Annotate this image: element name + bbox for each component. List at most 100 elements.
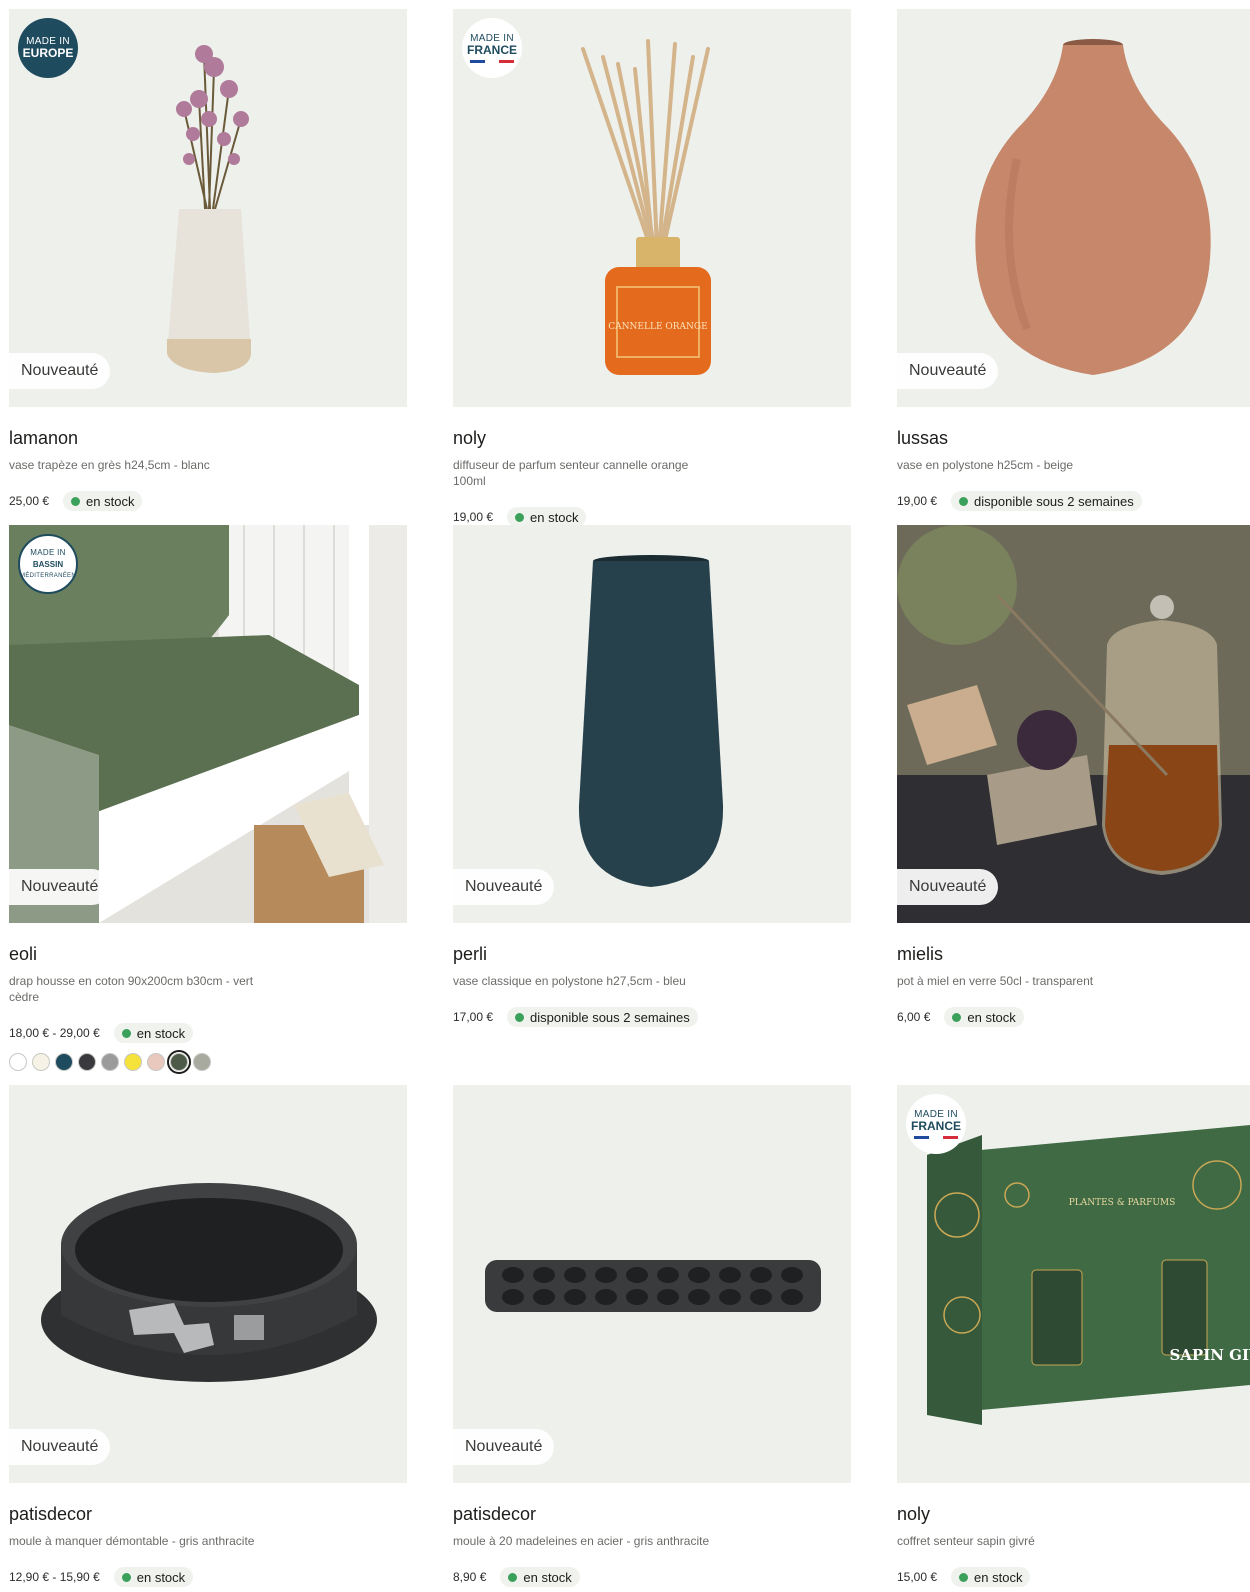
color-swatch[interactable] bbox=[55, 1053, 73, 1071]
madeleine-cavity bbox=[502, 1267, 524, 1283]
color-swatch[interactable] bbox=[32, 1053, 50, 1071]
new-badge: Nouveauté bbox=[9, 1429, 111, 1465]
madeleine-cavity bbox=[657, 1267, 679, 1283]
product-card[interactable]: Nouveauté patisdecor moule à manquer dém… bbox=[9, 1085, 407, 1587]
made-in-france-badge: MADE IN FRANCE bbox=[462, 18, 522, 78]
product-image[interactable]: PLANTES & PARFUMS SAPIN GIVRÉ MADE IN FR… bbox=[897, 1085, 1250, 1483]
product-price: 12,90 € - 15,90 € bbox=[9, 1570, 100, 1584]
stock-dot-icon bbox=[508, 1572, 518, 1582]
madeleine-cavity bbox=[595, 1267, 617, 1283]
stock-label: disponible sous 2 semaines bbox=[974, 493, 1134, 509]
color-swatch[interactable] bbox=[167, 1050, 191, 1074]
made-in-europe-badge: MADE IN EUROPE bbox=[18, 18, 78, 78]
madeleine-cavity bbox=[688, 1289, 710, 1305]
product-card[interactable]: MADE IN BASSIN MÉDITERRANÉEN Nouveauté e… bbox=[9, 525, 407, 1074]
product-name[interactable]: noly bbox=[453, 427, 851, 449]
new-badge: Nouveauté bbox=[453, 869, 555, 905]
stock-dot-icon bbox=[952, 1012, 962, 1022]
madeleine-cavity bbox=[564, 1289, 586, 1305]
diffuser-label-text: CANNELLE ORANGE bbox=[608, 322, 707, 332]
product-card[interactable]: Nouveauté mielis pot à miel en verre 50c… bbox=[897, 525, 1250, 1027]
product-card[interactable]: CANNELLE ORANGE MADE IN FRANCE noly diff… bbox=[453, 9, 851, 527]
stock-dot-icon bbox=[121, 1572, 131, 1582]
stock-label: en stock bbox=[136, 1569, 186, 1585]
made-in-france-badge: MADE IN FRANCE bbox=[906, 1094, 966, 1154]
madeleine-cavity bbox=[595, 1289, 617, 1305]
product-description: pot à miel en verre 50cl - transparent bbox=[897, 974, 1094, 988]
french-flag-icon bbox=[470, 60, 515, 63]
product-price: 19,00 € bbox=[897, 494, 938, 508]
blue-vase-image bbox=[578, 555, 724, 887]
product-name[interactable]: eoli bbox=[9, 943, 407, 965]
color-swatch[interactable] bbox=[124, 1053, 142, 1071]
madeleine-cavity bbox=[533, 1267, 555, 1283]
product-price: 17,00 € bbox=[453, 1010, 494, 1024]
stock-label: en stock bbox=[530, 509, 579, 525]
product-card[interactable]: Nouveauté perli vase classique en polyst… bbox=[453, 525, 851, 1027]
product-description: drap housse en coton 90x200cm b30cm - ve… bbox=[9, 974, 254, 1004]
stock-label: en stock bbox=[86, 493, 135, 509]
honey-pot-image bbox=[897, 525, 1250, 923]
madeleine-cavity bbox=[781, 1267, 803, 1283]
product-name[interactable]: patisdecor bbox=[453, 1503, 851, 1525]
madeleine-cavity bbox=[564, 1267, 586, 1283]
product-image[interactable]: Nouveauté bbox=[897, 9, 1250, 407]
new-badge: Nouveauté bbox=[897, 869, 999, 905]
color-swatch[interactable] bbox=[193, 1053, 211, 1071]
product-card[interactable]: Nouveauté patisdecor moule à 20 madelein… bbox=[453, 1085, 851, 1587]
stock-status: en stock bbox=[944, 1007, 1024, 1027]
product-price: 15,00 € bbox=[897, 1570, 938, 1584]
product-description: moule à manquer démontable - gris anthra… bbox=[9, 1534, 255, 1548]
product-card[interactable]: PLANTES & PARFUMS SAPIN GIVRÉ MADE IN FR… bbox=[897, 1085, 1250, 1587]
product-name[interactable]: perli bbox=[453, 943, 851, 965]
product-price: 8,90 € bbox=[453, 1570, 487, 1584]
product-description: coffret senteur sapin givré bbox=[897, 1534, 1035, 1548]
madeleine-cavity bbox=[719, 1289, 741, 1305]
product-image[interactable]: MADE IN BASSIN MÉDITERRANÉEN Nouveauté bbox=[9, 525, 407, 923]
color-swatch[interactable] bbox=[101, 1053, 119, 1071]
stock-status: en stock bbox=[63, 491, 143, 511]
stock-dot-icon bbox=[959, 1572, 969, 1582]
product-image[interactable]: Nouveauté bbox=[453, 525, 851, 923]
color-swatches bbox=[9, 1050, 407, 1074]
springform-pan-image bbox=[41, 1183, 377, 1382]
madeleine-cavity bbox=[657, 1289, 679, 1305]
product-name[interactable]: noly bbox=[897, 1503, 1250, 1525]
madeleine-cavity bbox=[502, 1289, 524, 1305]
madeleine-cavity bbox=[750, 1289, 772, 1305]
stock-label: en stock bbox=[974, 1569, 1023, 1585]
madeleine-tray-image bbox=[485, 1260, 821, 1312]
product-description: vase trapèze en grès h24,5cm - blanc bbox=[9, 458, 210, 472]
stock-label: en stock bbox=[967, 1009, 1016, 1025]
madeleine-cavity bbox=[688, 1267, 710, 1283]
product-image[interactable]: Nouveauté bbox=[9, 1085, 407, 1483]
color-swatch[interactable] bbox=[78, 1053, 96, 1071]
product-card[interactable]: MADE IN EUROPE Nouveauté lamanon vase tr… bbox=[9, 9, 407, 511]
product-image[interactable]: MADE IN EUROPE Nouveauté bbox=[9, 9, 407, 407]
stock-dot-icon bbox=[121, 1028, 131, 1038]
madeleine-cavity bbox=[533, 1289, 555, 1305]
terracotta-vase-image bbox=[975, 39, 1211, 375]
product-image[interactable]: Nouveauté bbox=[453, 1085, 851, 1483]
color-swatch[interactable] bbox=[147, 1053, 165, 1071]
product-description: vase classique en polystone h27,5cm - bl… bbox=[453, 974, 686, 988]
stock-dot-icon bbox=[959, 496, 969, 506]
madeleine-cavity bbox=[719, 1267, 741, 1283]
product-name[interactable]: lussas bbox=[897, 427, 1250, 449]
stock-status: en stock bbox=[113, 1023, 194, 1043]
stock-status: en stock bbox=[507, 507, 587, 527]
new-badge: Nouveauté bbox=[453, 1429, 555, 1465]
stock-dot-icon bbox=[515, 512, 525, 522]
stock-label: en stock bbox=[523, 1569, 572, 1585]
color-swatch[interactable] bbox=[9, 1053, 27, 1071]
product-card[interactable]: Nouveauté lussas vase en polystone h25cm… bbox=[897, 9, 1250, 511]
product-image[interactable]: Nouveauté bbox=[897, 525, 1250, 923]
product-name[interactable]: lamanon bbox=[9, 427, 407, 449]
product-image[interactable]: CANNELLE ORANGE MADE IN FRANCE bbox=[453, 9, 851, 407]
product-name[interactable]: patisdecor bbox=[9, 1503, 407, 1525]
product-name[interactable]: mielis bbox=[897, 943, 1250, 965]
stock-status: en stock bbox=[113, 1567, 194, 1587]
giftbox-title-text: SAPIN GIVRÉ bbox=[1169, 1346, 1250, 1364]
stock-label: en stock bbox=[136, 1025, 186, 1041]
stock-status: disponible sous 2 semaines bbox=[507, 1007, 698, 1027]
